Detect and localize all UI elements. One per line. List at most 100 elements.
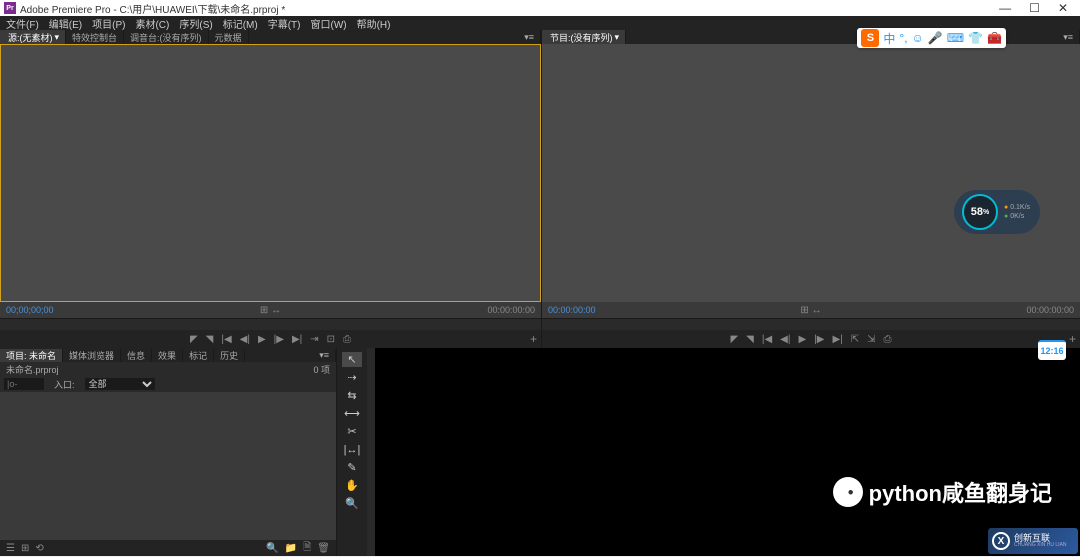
tab-info[interactable]: 信息 [121,349,152,362]
project-tabs: 项目: 未命名 媒体浏览器 信息 效果 标记 历史 ▾≡ [0,348,336,362]
play-icon[interactable]: ▶ [258,334,266,345]
ime-emoji-icon[interactable]: ☺ [912,31,924,45]
source-fit-icons[interactable]: ⊞ ↔ [260,305,281,316]
ime-toolbox-icon[interactable]: 🧰 [987,31,1002,45]
minimize-button[interactable]: — [999,1,1011,15]
go-out-icon[interactable]: ▶| [832,334,842,345]
tab-effect-controls[interactable]: 特效控制台 [66,30,124,44]
track-select-tool-icon[interactable]: ⇢ [342,370,362,385]
tab-source[interactable]: 源:(无素材)▾ [0,30,66,44]
filter-select[interactable]: 全部 [85,378,155,390]
speed-stats: 0.1K/s 0K/s [1004,204,1030,220]
go-out-icon[interactable]: ▶| [292,334,302,345]
step-fwd-icon[interactable]: |▶ [814,334,824,345]
program-tc-out[interactable]: 00:00:00:00 [1026,305,1074,315]
step-back-icon[interactable]: ◀| [240,334,250,345]
go-in-icon[interactable]: |◀ [762,334,772,345]
auto-size-icon[interactable]: ⟲ [35,543,43,554]
dropdown-icon[interactable]: ▾ [55,32,60,43]
mark-in-icon[interactable]: ◤ [190,334,198,345]
panel-menu-icon[interactable]: ▾≡ [1057,30,1080,44]
ime-logo-icon[interactable]: S [861,29,879,47]
export-frame-icon[interactable]: ⎙ [343,334,351,345]
ime-voice-icon[interactable]: 🎤 [928,31,943,45]
extract-icon[interactable]: ⇲ [867,334,875,345]
slip-tool-icon[interactable]: |↔| [342,442,362,457]
tab-effects[interactable]: 效果 [152,349,183,362]
clock-badge[interactable]: 12:16 [1038,340,1066,360]
razor-tool-icon[interactable]: ✂ [342,424,362,439]
tab-program-label: 节目:(没有序列) [550,31,613,44]
tab-markers[interactable]: 标记 [183,349,214,362]
menu-window[interactable]: 窗口(W) [310,16,346,31]
mark-in-icon[interactable]: ◤ [730,334,738,345]
upload-speed: 0.1K/s [1004,204,1030,211]
menu-help[interactable]: 帮助(H) [357,16,391,31]
ime-skin-icon[interactable]: 👕 [968,31,983,45]
ripple-edit-tool-icon[interactable]: ⇆ [342,388,362,403]
dropdown-icon[interactable]: ▾ [615,32,620,43]
ime-lang-icon[interactable]: 中 [883,30,895,47]
timeline-scrollbar[interactable] [367,348,375,556]
play-icon[interactable]: ▶ [798,334,806,345]
close-button[interactable]: ✕ [1058,1,1068,15]
source-viewport[interactable] [0,44,541,302]
tab-project[interactable]: 项目: 未命名 [0,349,63,362]
list-view-icon[interactable]: ☰ [6,543,15,554]
menu-title[interactable]: 字幕(T) [268,16,301,31]
maximize-button[interactable]: ☐ [1029,1,1040,15]
project-search-input[interactable] [4,378,44,390]
hand-tool-icon[interactable]: ✋ [342,478,362,493]
mark-out-icon[interactable]: ◥ [206,334,214,345]
menu-sequence[interactable]: 序列(S) [179,16,212,31]
timeline-panel[interactable] [367,348,1080,556]
panel-menu-icon[interactable]: ▾≡ [518,30,541,44]
rate-stretch-tool-icon[interactable]: ⟷ [342,406,362,421]
source-scrub-bar[interactable] [0,318,541,330]
program-scrub-bar[interactable] [542,318,1080,330]
delete-icon[interactable]: 🗑 [317,543,330,554]
brand-mark-icon: X [992,532,1010,550]
step-back-icon[interactable]: ◀| [780,334,790,345]
lift-icon[interactable]: ⇱ [851,334,859,345]
source-tc-in[interactable]: 00;00;00;00 [6,305,54,315]
insert-icon[interactable]: ⇥ [310,334,318,345]
menu-edit[interactable]: 编辑(E) [49,16,82,31]
pen-tool-icon[interactable]: ✎ [342,460,362,475]
project-bin-area[interactable] [0,392,336,540]
tab-metadata[interactable]: 元数据 [209,30,249,44]
menu-clip[interactable]: 素材(C) [135,16,169,31]
app-icon: Pr [4,2,16,14]
program-tc-in[interactable]: 00:00:00:00 [548,305,596,315]
program-transport: ◤ ◥ |◀ ◀| ▶ |▶ ▶| ⇱ ⇲ ⎙ + [542,330,1080,348]
tab-program[interactable]: 节目:(没有序列)▾ [542,30,626,44]
menu-marker[interactable]: 标记(M) [223,16,258,31]
panel-menu-icon[interactable]: ▾≡ [313,350,336,361]
menu-project[interactable]: 项目(P) [92,16,125,31]
program-fit-icons[interactable]: ⊞ ↔ [800,305,821,316]
menu-file[interactable]: 文件(F) [6,16,39,31]
zoom-tool-icon[interactable]: 🔍 [342,496,362,511]
new-item-icon[interactable]: 🗎 [303,540,311,557]
overwrite-icon[interactable]: ⊡ [327,334,335,345]
find-icon[interactable]: 🔍 [266,543,278,554]
selection-tool-icon[interactable]: ↖ [342,352,362,367]
add-button[interactable]: + [1069,332,1076,346]
export-frame-icon[interactable]: ⎙ [884,334,892,345]
ime-keyboard-icon[interactable]: ⌨ [947,31,964,45]
program-viewport[interactable] [542,44,1080,302]
mark-out-icon[interactable]: ◥ [746,334,754,345]
new-bin-icon[interactable]: 📁 [285,543,297,554]
add-button[interactable]: + [530,332,537,346]
source-tc-out[interactable]: 00:00:00:00 [487,305,535,315]
source-tabs: 源:(无素材)▾ 特效控制台 调音台:(没有序列) 元数据 ▾≡ [0,30,541,44]
icon-view-icon[interactable]: ⊞ [21,543,29,554]
go-in-icon[interactable]: |◀ [221,334,231,345]
tab-audio-mixer[interactable]: 调音台:(没有序列) [124,30,209,44]
step-fwd-icon[interactable]: |▶ [274,334,284,345]
performance-widget[interactable]: 58% 0.1K/s 0K/s [954,190,1040,234]
tab-media-browser[interactable]: 媒体浏览器 [63,349,121,362]
tab-history[interactable]: 历史 [214,349,245,362]
ime-toolbar[interactable]: S 中 °, ☺ 🎤 ⌨ 👕 🧰 [857,28,1006,48]
ime-punct-icon[interactable]: °, [899,31,907,45]
